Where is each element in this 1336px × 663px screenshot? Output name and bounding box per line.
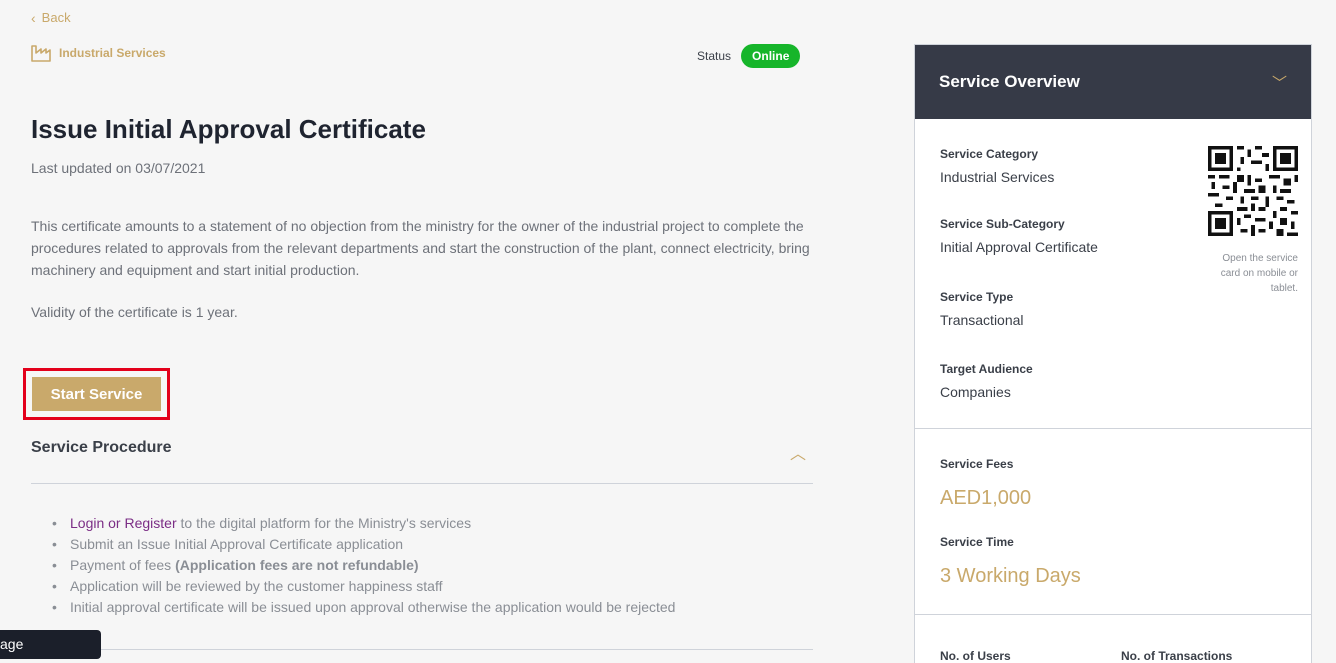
status-indicator: Status Online (697, 44, 801, 68)
qr-note: Open the service card on mobile or table… (1220, 253, 1298, 294)
field-label-subcategory: Service Sub-Category (940, 217, 1065, 231)
qr-code (1208, 146, 1298, 236)
back-label: Back (41, 10, 71, 25)
procedure-step: Payment of fees (Application fees are no… (52, 555, 675, 576)
service-overview-panel: Service Overview ﹀ Service Category Indu… (914, 44, 1312, 663)
service-procedure-heading: Service Procedure (31, 439, 172, 456)
start-service-highlight: Start Service (23, 368, 170, 420)
field-label-category: Service Category (940, 147, 1039, 161)
divider (31, 483, 813, 484)
service-fees-time: Service Fees AED1,000 Service Time 3 Wor… (915, 429, 1311, 615)
service-details: Service Category Industrial Services Ser… (915, 119, 1311, 429)
divider (31, 649, 813, 650)
status-label: Status (697, 49, 732, 63)
back-link[interactable]: ‹ Back (31, 10, 71, 25)
fees-value: AED1,000 (940, 487, 1032, 509)
non-refundable-note: (Application fees are not refundable) (175, 557, 419, 573)
field-value-type: Transactional (940, 312, 1024, 328)
category-label: Industrial Services (59, 46, 166, 60)
chevron-left-icon: ‹ (31, 9, 36, 26)
procedure-step: Submit an Issue Initial Approval Certifi… (52, 534, 675, 555)
status-badge: Online (741, 44, 801, 68)
factory-icon (31, 45, 51, 62)
procedure-step: Login or Register to the digital platfor… (52, 513, 675, 534)
time-label: Service Time (940, 535, 1014, 549)
service-category-tag: Industrial Services (31, 44, 166, 62)
service-stats: No. of Users No. of Transactions (915, 615, 1311, 663)
procedure-steps: Login or Register to the digital platfor… (52, 513, 675, 618)
field-label-audience: Target Audience (940, 362, 1033, 376)
last-updated-text: Last updated on 03/07/2021 (31, 160, 206, 176)
page-title: Issue Initial Approval Certificate (31, 114, 426, 144)
service-overview-title: Service Overview (939, 72, 1080, 91)
procedure-step: Application will be reviewed by the cust… (52, 576, 675, 597)
service-description: This certificate amounts to a statement … (31, 218, 810, 278)
field-label-type: Service Type (940, 290, 1014, 304)
start-service-button[interactable]: Start Service (32, 377, 161, 411)
time-value: 3 Working Days (940, 565, 1081, 587)
field-value-category: Industrial Services (940, 169, 1055, 185)
users-label: No. of Users (940, 649, 1011, 663)
field-value-subcategory: Initial Approval Certificate (940, 239, 1098, 255)
service-overview-header[interactable]: Service Overview ﹀ (915, 45, 1311, 119)
service-card-page: ‹ Back Industrial Services Status Online… (0, 0, 1336, 663)
chevron-up-icon[interactable]: ︿ (790, 440, 806, 464)
validity-text: Validity of the certificate is 1 year. (31, 304, 238, 320)
procedure-step: Initial approval certificate will be iss… (52, 597, 675, 618)
chevron-down-icon[interactable]: ﹀ (1272, 72, 1287, 93)
fees-label: Service Fees (940, 457, 1014, 471)
page-tooltip: age (0, 630, 101, 659)
login-register-link[interactable]: Login or Register (70, 515, 177, 531)
transactions-label: No. of Transactions (1121, 649, 1233, 663)
field-value-audience: Companies (940, 384, 1011, 400)
